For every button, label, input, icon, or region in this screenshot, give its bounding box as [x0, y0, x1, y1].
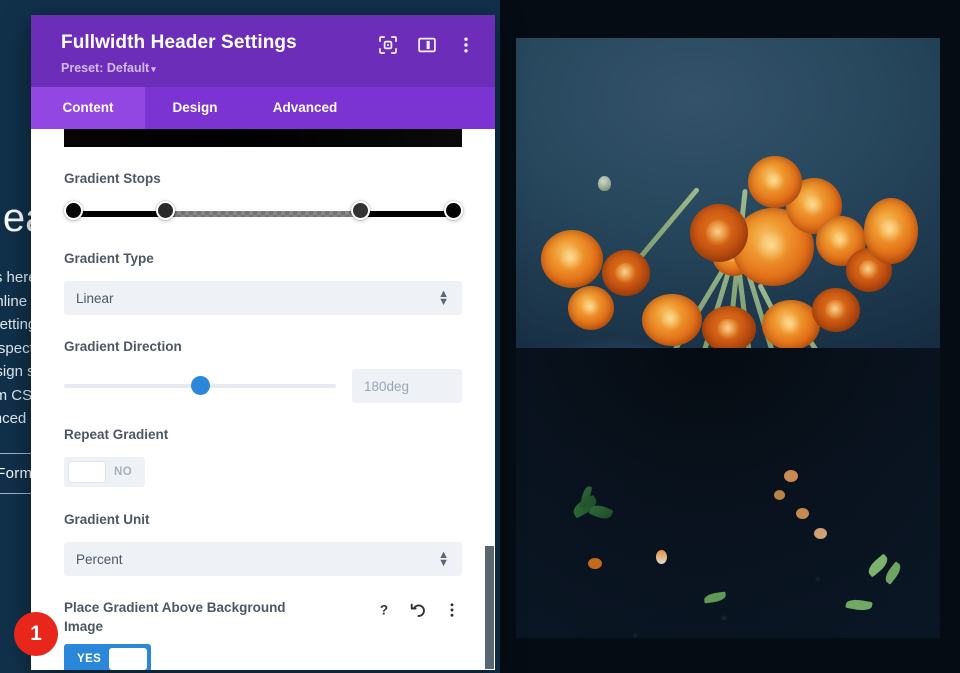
step-badge-1: 1: [14, 612, 58, 656]
gradient-stop-handle[interactable]: [63, 201, 83, 220]
reset-icon[interactable]: [408, 600, 428, 620]
repeat-gradient-label: Repeat Gradient: [64, 427, 169, 442]
gradient-stop-handle[interactable]: [443, 201, 463, 220]
field-gradient-type: Gradient Type Linear ▲ ▼: [64, 249, 462, 315]
gradient-stop-handle[interactable]: [351, 201, 370, 220]
gradient-unit-value: Percent: [76, 551, 123, 567]
chevron-updown-icon: ▲ ▼: [438, 549, 449, 569]
flower-bloom: [702, 306, 756, 352]
gradient-unit-select[interactable]: Percent ▲ ▼: [64, 542, 462, 576]
photo-panel: [500, 0, 960, 673]
gradient-stops-slider[interactable]: [63, 201, 463, 227]
fullwidth-header-settings-modal: Fullwidth Header Settings Preset: Defaul…: [31, 15, 495, 670]
repeat-gradient-toggle[interactable]: NO: [64, 457, 146, 487]
preset-label: Preset: Default: [61, 61, 150, 75]
ground-speck: [722, 616, 726, 620]
gradient-preview[interactable]: [64, 129, 462, 147]
svg-text:?: ?: [380, 603, 388, 618]
gradient-direction-value[interactable]: 180deg: [352, 369, 462, 403]
gradient-stops-track: [73, 211, 453, 217]
tab-design[interactable]: Design: [145, 87, 245, 129]
gradient-type-value: Linear: [76, 290, 114, 306]
modal-header-actions: [379, 31, 475, 54]
place-gradient-above-label: Place Gradient Above Background Image: [64, 600, 286, 634]
focus-icon[interactable]: [379, 36, 397, 54]
field-gradient-unit: Gradient Unit Percent ▲ ▼: [64, 510, 462, 576]
scrollbar-thumb[interactable]: [485, 546, 494, 669]
scattered-petal: [796, 508, 809, 519]
photo-ground-surface: [516, 348, 940, 638]
gradient-type-label: Gradient Type: [64, 251, 154, 266]
flower-bloom: [568, 286, 614, 330]
gradient-direction-thumb[interactable]: [190, 376, 210, 395]
modal-scrollbar[interactable]: [485, 129, 494, 670]
tab-advanced[interactable]: Advanced: [245, 87, 365, 129]
flower-bud: [598, 176, 611, 191]
modal-title: Fullwidth Header Settings: [61, 32, 297, 53]
gradient-stop-handle[interactable]: [155, 201, 175, 220]
modal-tabs: Content Design Advanced: [31, 87, 495, 129]
ground-speck: [816, 578, 819, 581]
scattered-petal: [774, 490, 785, 500]
gradient-type-select[interactable]: Linear ▲ ▼: [64, 281, 462, 315]
scattered-petal: [588, 558, 602, 569]
chevron-updown-icon: ▲ ▼: [438, 288, 449, 308]
scattered-petal: [656, 550, 667, 564]
gradient-direction-slider[interactable]: [64, 375, 336, 397]
help-icon[interactable]: ?: [374, 600, 394, 620]
field-gradient-stops: Gradient Stops: [63, 169, 463, 227]
toggle-knob: [68, 461, 106, 483]
place-gradient-above-toggle[interactable]: YES: [64, 644, 152, 670]
flower-bloom: [812, 288, 860, 332]
place-gradient-above-state: YES: [77, 653, 102, 665]
toggle-knob: [109, 648, 148, 670]
flower-bloom: [864, 198, 918, 264]
flower-bloom: [748, 156, 802, 208]
flower-bloom: [690, 204, 748, 262]
gradient-unit-label: Gradient Unit: [64, 512, 150, 527]
field-row-actions: ?: [374, 598, 462, 620]
layout-panel-icon[interactable]: [418, 36, 436, 54]
modal-body: Gradient Stops Gradient Type Linear ▲▼: [31, 129, 495, 670]
preset-selector[interactable]: Preset: Default ▾: [61, 61, 297, 75]
ground-speck: [634, 634, 637, 637]
scattered-petal: [784, 470, 798, 482]
scattered-petal: [814, 528, 827, 539]
flower-bloom: [602, 250, 650, 296]
field-repeat-gradient: Repeat Gradient NO: [64, 425, 462, 488]
more-vertical-icon[interactable]: [457, 36, 475, 54]
gradient-direction-label: Gradient Direction: [64, 339, 182, 354]
more-vertical-icon[interactable]: [442, 600, 462, 620]
flower-bloom: [541, 230, 603, 288]
modal-header: Fullwidth Header Settings Preset: Defaul…: [31, 15, 495, 87]
chevron-down-icon: ▾: [151, 64, 156, 74]
scattered-petal: [892, 610, 905, 620]
tab-content[interactable]: Content: [31, 87, 145, 129]
orange-ranunculus-flowers-photo: [516, 38, 940, 638]
gradient-stops-label: Gradient Stops: [64, 171, 161, 186]
field-gradient-direction: Gradient Direction 180deg: [64, 337, 462, 403]
screen: Your Headline Your content goes here. Ed…: [0, 0, 960, 673]
field-place-gradient-above: Place Gradient Above Background Image ?: [64, 598, 462, 670]
flower-bloom: [642, 294, 702, 346]
repeat-gradient-state: NO: [114, 466, 133, 478]
